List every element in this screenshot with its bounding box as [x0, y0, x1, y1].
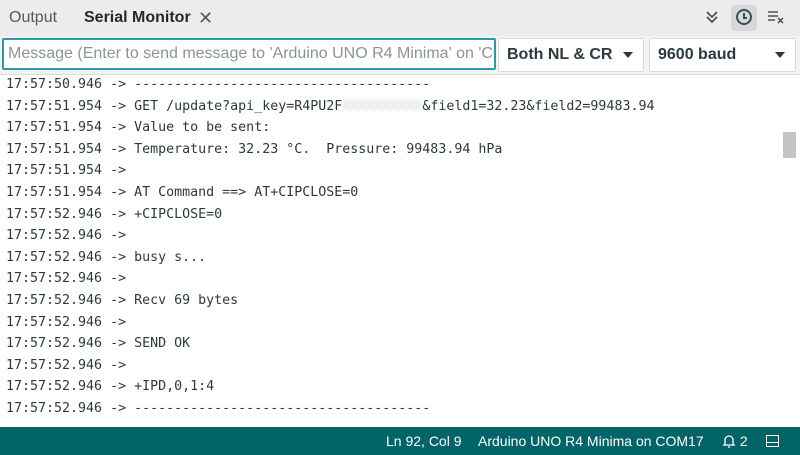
log-arrow: -> — [102, 163, 135, 179]
log-arrow: -> — [102, 379, 135, 395]
log-message: ------------------------------------- — [134, 77, 431, 92]
log-message: &field1=32.23&field2=99483.94 — [422, 98, 655, 114]
log-arrow: -> — [102, 98, 135, 114]
log-line: 17:57:52.946 -> Recv 69 bytes — [6, 290, 238, 312]
notifications-button[interactable]: 2 — [722, 427, 748, 455]
log-line: 17:57:50.946 -> ------------------------… — [6, 75, 430, 96]
log-timestamp: 17:57:52.946 — [6, 293, 103, 308]
line-ending-select[interactable]: Both NL & CR — [498, 38, 644, 72]
log-message: +IPD,0,1:4 — [134, 379, 215, 395]
scrollbar-thumb[interactable] — [783, 132, 796, 158]
log-line: 17:57:52.946 -> busy s... — [6, 247, 206, 269]
log-line: 17:57:51.954 -> AT Command ==> AT+CIPCLO… — [6, 182, 358, 204]
log-timestamp: 17:57:52.946 — [6, 249, 103, 265]
panel-tab-bar: Output Serial Monitor ✕ — [0, 0, 800, 37]
panel-toggle-icon[interactable] — [766, 435, 779, 447]
log-timestamp: 17:57:52.946 — [6, 206, 103, 222]
log-message: Recv 69 bytes — [134, 293, 239, 308]
log-arrow: -> — [102, 314, 135, 330]
log-arrow: -> — [102, 228, 135, 244]
log-arrow: -> — [102, 293, 135, 308]
log-message: GET /update?api_key=R4PU2F — [134, 98, 343, 114]
status-bar: Ln 92, Col 9 Arduino UNO R4 Minima on CO… — [0, 427, 800, 455]
redacted-text: XXXXXXXXXX — [342, 98, 423, 114]
log-line: 17:57:52.946 -> — [6, 268, 134, 290]
log-message: ------------------------------------- — [134, 401, 431, 416]
log-timestamp: 17:57:52.946 — [6, 314, 103, 330]
bell-icon — [722, 435, 736, 448]
cursor-position[interactable]: Ln 92, Col 9 — [386, 427, 462, 455]
tab-output[interactable]: Output — [9, 0, 57, 36]
log-message: busy s... — [134, 249, 207, 265]
log-timestamp: 17:57:51.954 — [6, 120, 103, 136]
log-message: Value to be sent: — [134, 120, 271, 136]
log-timestamp: 17:57:52.946 — [6, 228, 103, 244]
log-message: Temperature: 32.23 °C. Pressure: 99483.9… — [134, 141, 503, 157]
log-message: AT Command ==> AT+CIPCLOSE=0 — [134, 185, 359, 200]
log-arrow: -> — [102, 336, 135, 352]
log-arrow: -> — [102, 357, 135, 373]
log-arrow: -> — [102, 185, 135, 200]
log-timestamp: 17:57:51.954 — [6, 98, 103, 114]
log-timestamp: 17:57:50.946 — [6, 77, 103, 92]
log-timestamp: 17:57:52.946 — [6, 401, 103, 416]
log-arrow: -> — [102, 77, 135, 92]
caret-down-icon — [775, 52, 785, 58]
log-scrollbar[interactable] — [782, 75, 800, 427]
log-arrow: -> — [102, 271, 135, 287]
clear-output-icon[interactable] — [763, 5, 789, 31]
log-line: 17:57:52.946 -> SEND OK — [6, 333, 190, 355]
line-ending-value: Both NL & CR — [507, 46, 613, 63]
log-line: 17:57:51.954 -> GET /update?api_key=R4PU… — [6, 96, 654, 118]
log-timestamp: 17:57:51.954 — [6, 185, 103, 200]
notification-count: 2 — [739, 433, 748, 449]
log-line: 17:57:52.946 -> — [6, 225, 134, 247]
log-arrow: -> — [102, 141, 135, 157]
log-arrow: -> — [102, 206, 135, 222]
log-timestamp: 17:57:52.946 — [6, 271, 103, 287]
close-tab-icon[interactable]: ✕ — [198, 0, 213, 36]
tab-serial-monitor[interactable]: Serial Monitor — [84, 0, 191, 36]
toggle-timestamp-button[interactable] — [731, 5, 757, 31]
baud-rate-value: 9600 baud — [658, 46, 737, 63]
log-arrow: -> — [102, 120, 135, 136]
board-port-info[interactable]: Arduino UNO R4 Minima on COM17 — [478, 427, 704, 455]
log-line: 17:57:52.946 -> +IPD,0,1:4 — [6, 376, 214, 398]
log-line: 17:57:51.954 -> — [6, 160, 134, 182]
log-timestamp: 17:57:51.954 — [6, 163, 103, 179]
log-line: 17:57:52.946 -> ------------------------… — [6, 398, 430, 420]
log-timestamp: 17:57:52.946 — [6, 357, 103, 373]
log-line: 17:57:52.946 -> — [6, 355, 134, 377]
log-line: 17:57:51.954 -> Value to be sent: — [6, 117, 270, 139]
log-timestamp: 17:57:52.946 — [6, 336, 103, 352]
message-input[interactable] — [2, 38, 496, 70]
log-line: 17:57:52.946 -> — [6, 312, 134, 334]
log-line: 17:57:52.946 -> +CIPCLOSE=0 — [6, 204, 222, 226]
log-timestamp: 17:57:52.946 — [6, 379, 103, 395]
log-message: +CIPCLOSE=0 — [134, 206, 223, 222]
log-arrow: -> — [102, 401, 135, 416]
message-input-row: Both NL & CR 9600 baud — [0, 36, 800, 75]
log-line: 17:57:51.954 -> Temperature: 32.23 °C. P… — [6, 139, 502, 161]
clock-icon — [736, 9, 752, 25]
log-message: SEND OK — [134, 336, 191, 352]
baud-rate-select[interactable]: 9600 baud — [649, 38, 796, 72]
log-arrow: -> — [102, 249, 135, 265]
log-timestamp: 17:57:51.954 — [6, 141, 103, 157]
caret-down-icon — [623, 52, 633, 58]
serial-output-log[interactable]: 17:57:50.946 -> ------------------------… — [0, 75, 782, 427]
chevrons-down-icon[interactable] — [699, 5, 725, 31]
